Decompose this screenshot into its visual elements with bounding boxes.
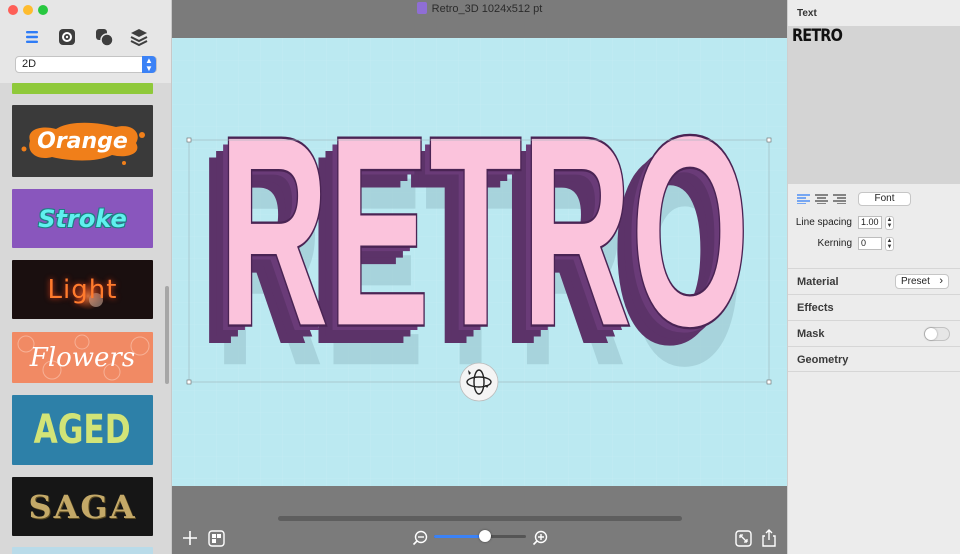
style-label-aged: AGED (34, 407, 131, 453)
text-input-area[interactable]: RETRO (788, 26, 960, 184)
preset-button[interactable]: Preset › (895, 274, 949, 289)
zoom-window-button[interactable] (38, 5, 48, 15)
mask-section[interactable]: Mask (788, 320, 960, 346)
chevron-right-icon: › (939, 275, 943, 287)
canvas-horizontal-scrollbar[interactable] (278, 516, 682, 521)
document-icon (416, 2, 427, 14)
window-title-bar: Retro_3D 1024x512 pt (172, 0, 787, 18)
style-label-saga: SAGA (28, 487, 137, 526)
share-icon[interactable] (759, 528, 779, 548)
style-label-stroke: Stroke (38, 204, 127, 233)
mask-toggle-knob (925, 328, 937, 340)
line-spacing-stepper[interactable]: ▲ ▼ (885, 216, 894, 230)
style-thumbnail-next[interactable] (12, 547, 153, 554)
resize-handle-top-right[interactable] (766, 137, 772, 143)
sidebar: 2D ▲ ▼ Orange Stroke Light Flowers AGED … (0, 0, 172, 554)
sidebar-scrollbar[interactable] (165, 286, 169, 384)
style-label-orange: Orange (37, 128, 128, 154)
close-window-button[interactable] (8, 5, 18, 15)
line-spacing-label: Line spacing (795, 217, 852, 228)
style-category-value: 2D (22, 58, 37, 70)
kerning-stepper[interactable]: ▲ ▼ (885, 237, 894, 251)
chevron-updown-icon: ▲ ▼ (142, 56, 156, 73)
window-title: Retro_3D 1024x512 pt (431, 3, 543, 15)
design-canvas[interactable]: RETRO RETRO RETRO RETRO RETRO (172, 38, 787, 486)
minimize-window-button[interactable] (23, 5, 33, 15)
fit-to-screen-icon[interactable] (733, 528, 753, 548)
mask-label: Mask (797, 328, 825, 340)
add-icon[interactable] (180, 528, 200, 548)
material-label: Material (797, 276, 839, 288)
mask-toggle[interactable] (924, 327, 950, 341)
kerning-label: Kerning (817, 238, 852, 249)
style-category-select[interactable]: 2D ▲ ▼ (15, 56, 157, 73)
text-section-header: Text (797, 8, 817, 19)
list-icon[interactable] (20, 25, 44, 49)
zoom-slider-knob[interactable] (478, 530, 491, 542)
style-thumbnail-light[interactable]: Light (12, 260, 153, 319)
main-area: Retro_3D 1024x512 pt RETRO RETRO RETRO R… (172, 0, 787, 554)
resize-handle-bottom-left[interactable] (186, 379, 192, 385)
resize-handle-top-left[interactable] (186, 137, 192, 143)
style-thumbnail-green[interactable] (12, 83, 153, 94)
effects-section[interactable]: Effects (788, 294, 960, 320)
grid-layout-icon[interactable] (206, 528, 226, 548)
sidebar-toolbar (0, 25, 171, 49)
effects-label: Effects (797, 302, 834, 314)
style-thumbnail-aged[interactable]: AGED (12, 395, 153, 465)
gear-icon[interactable] (55, 25, 79, 49)
zoom-slider-fill (434, 535, 485, 538)
kerning-field[interactable]: 0 (858, 237, 882, 250)
preset-label: Preset (901, 276, 930, 287)
style-thumbnail-stroke[interactable]: Stroke (12, 189, 153, 248)
font-button[interactable]: Font (858, 192, 911, 206)
layers-icon[interactable] (127, 25, 151, 49)
align-center-icon[interactable] (815, 194, 828, 204)
style-list: Orange Stroke Light Flowers AGED SAGA (0, 83, 171, 554)
inspector-panel: Text RETRO Font Line spacing 1.00 ▲ ▼ Ker… (787, 0, 960, 554)
zoom-in-icon[interactable] (530, 528, 550, 548)
retro-text-face: RETRO (219, 81, 749, 382)
resize-handle-bottom-right[interactable] (766, 379, 772, 385)
style-thumbnail-orange[interactable]: Orange (12, 105, 153, 177)
align-left-icon[interactable] (797, 194, 810, 204)
style-label-flowers: Flowers (29, 342, 136, 373)
style-label-light: Light (47, 274, 118, 305)
style-thumbnail-saga[interactable]: SAGA (12, 477, 153, 536)
geometry-section[interactable]: Geometry (788, 346, 960, 372)
zoom-out-icon[interactable] (410, 528, 430, 548)
geometry-label: Geometry (797, 354, 849, 366)
align-right-icon[interactable] (833, 194, 846, 204)
line-spacing-field[interactable]: 1.00 (858, 216, 882, 229)
material-section[interactable]: Material Preset › (788, 268, 960, 294)
text-input-value: RETRO (792, 26, 843, 46)
rotate-3d-icon[interactable] (459, 362, 499, 402)
shapes-icon[interactable] (92, 25, 116, 49)
style-thumbnail-flowers[interactable]: Flowers (12, 332, 153, 383)
